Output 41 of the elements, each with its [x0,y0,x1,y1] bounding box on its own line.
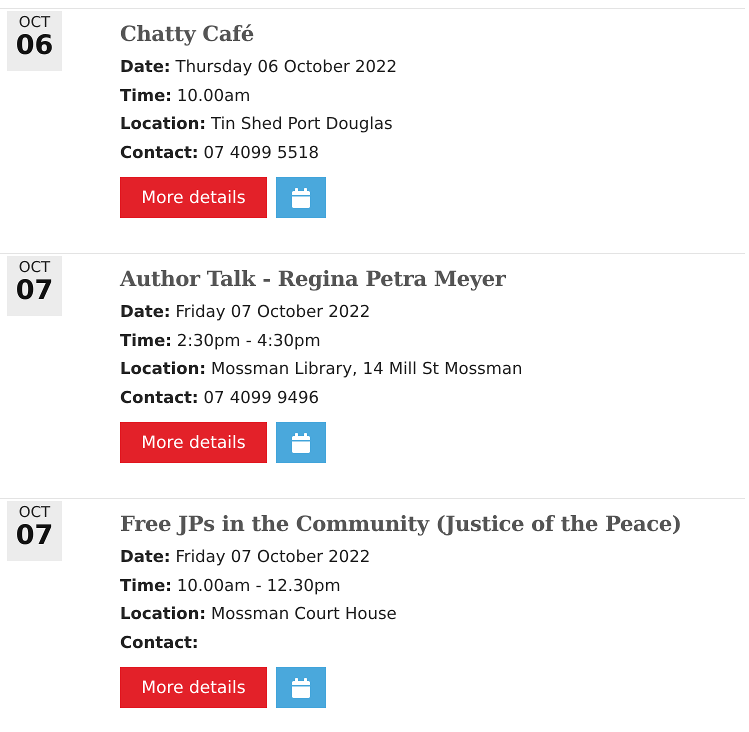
calendar-icon [292,188,310,208]
date-day: 06 [16,31,54,61]
calendar-button[interactable] [276,667,326,708]
detail-label: Date: [120,57,171,76]
detail-label: Date: [120,302,171,321]
calendar-icon [292,432,310,452]
calendar-button[interactable] [276,177,326,218]
detail-label: Location: [120,359,206,378]
detail-value: 07 4099 5518 [203,142,319,162]
detail-value: Friday 07 October 2022 [176,302,370,321]
detail-label: Date: [120,547,171,566]
detail-label: Time: [120,330,172,350]
date-month: OCT [18,259,50,276]
event-title: Author Talk - Regina Petra Meyer [120,265,507,293]
date-day: 07 [16,521,54,551]
date-month: OCT [18,14,50,31]
more-details-button[interactable]: More details [120,422,267,463]
detail-label: Contact: [120,632,198,652]
detail-label: Contact: [120,142,198,162]
more-details-button[interactable]: More details [120,667,267,708]
detail-value: Thursday 06 October 2022 [176,57,397,76]
date-day: 07 [16,276,54,306]
more-details-button[interactable]: More details [120,177,267,218]
event-title: Free JPs in the Community (Justice of the Peace) [120,510,682,538]
calendar-button[interactable] [276,422,326,463]
date-month: OCT [18,504,50,521]
detail-value: 10.00am - 12.30pm [176,576,341,594]
detail-label: Time: [120,576,172,594]
calendar-icon [292,678,310,698]
detail-value: 10.00am [176,86,250,104]
detail-label: Time: [120,86,172,104]
detail-value: Friday 07 October 2022 [176,547,370,566]
detail-label: Location: [120,604,206,623]
detail-value: Tin Shed Port Douglas [211,114,393,133]
event-title: Chatty Café [120,20,255,48]
detail-label: Location: [120,114,206,133]
detail-value: Mossman Court House [211,604,397,623]
detail-value: Mossman Library, 14 Mill St Mossman [211,359,522,378]
detail-value: 07 4099 9496 [203,388,319,406]
detail-value: 2:30pm - 4:30pm [176,330,321,350]
detail-label: Contact: [120,388,198,406]
